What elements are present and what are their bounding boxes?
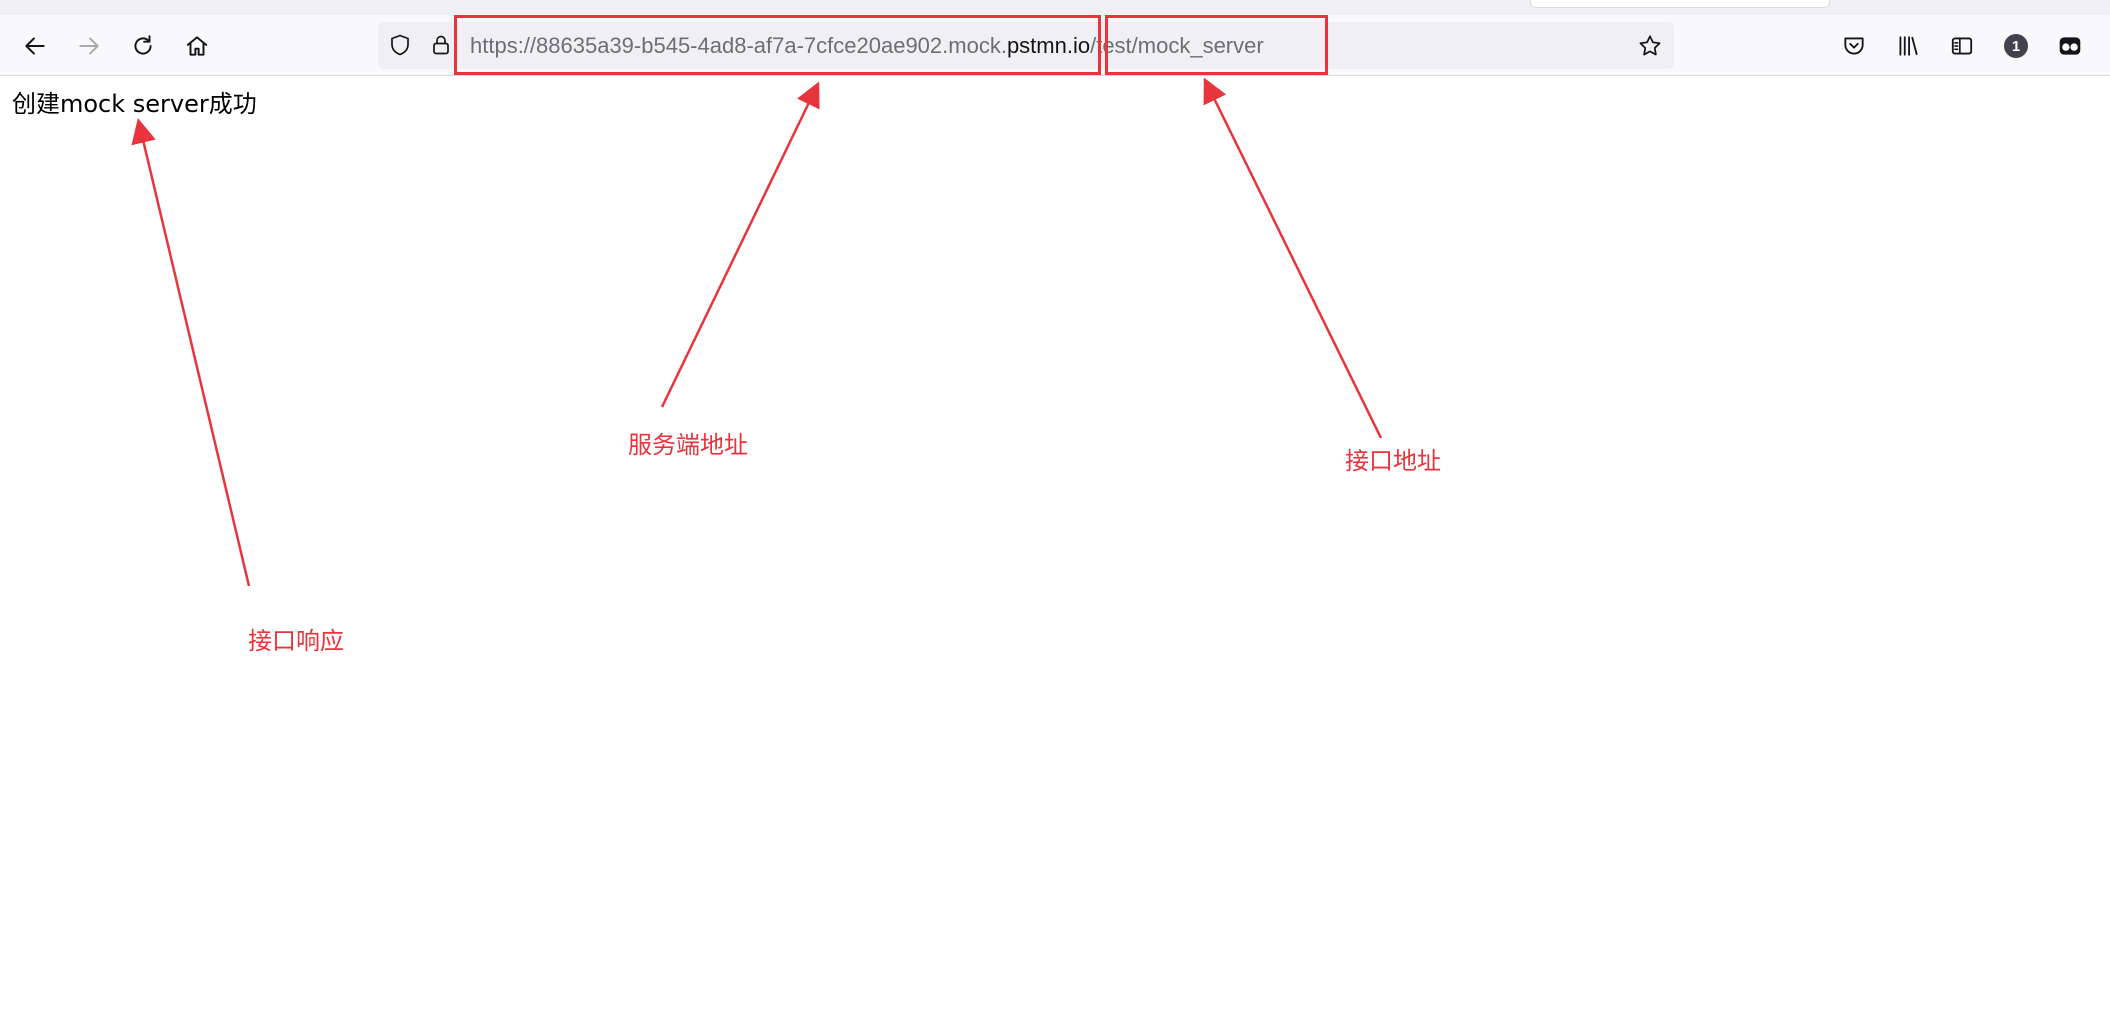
home-icon xyxy=(186,36,208,56)
library-button[interactable] xyxy=(1890,28,1926,64)
endpoint-address-label: 接口地址 xyxy=(1345,447,1441,475)
account-badge-icon: 1 xyxy=(2004,34,2028,58)
back-arrow-icon xyxy=(25,37,45,55)
tracking-protection-button[interactable] xyxy=(387,32,413,58)
endpoint-address-highlight xyxy=(1105,15,1328,75)
account-button[interactable]: 1 xyxy=(1998,28,2034,64)
pocket-icon xyxy=(1844,37,1864,55)
server-address-arrow xyxy=(660,81,820,408)
forward-button[interactable] xyxy=(71,28,107,64)
response-text: 创建mock server成功 xyxy=(12,90,257,118)
reload-icon xyxy=(134,35,152,55)
browser-window: https://88635a39-b545-4ad8-af7a-7cfce20a… xyxy=(0,0,2110,1034)
sidebar-icon xyxy=(1951,37,1973,55)
server-address-highlight xyxy=(454,15,1101,75)
bookmark-button[interactable] xyxy=(1636,32,1664,60)
lock-icon xyxy=(433,35,449,55)
pocket-button[interactable] xyxy=(1836,28,1872,64)
forward-arrow-icon xyxy=(79,37,99,55)
reload-button[interactable] xyxy=(125,28,161,64)
home-button[interactable] xyxy=(179,28,215,64)
server-address-label: 服务端地址 xyxy=(628,431,748,459)
connection-info-button[interactable] xyxy=(428,32,454,58)
tab-strip xyxy=(0,0,2110,15)
tab-edge[interactable] xyxy=(1530,0,1830,8)
annotation-arrows xyxy=(131,77,1383,587)
shield-icon xyxy=(391,34,409,56)
endpoint-response-arrow xyxy=(131,118,251,587)
star-icon xyxy=(1639,35,1661,56)
back-button[interactable] xyxy=(17,28,53,64)
library-icon xyxy=(1899,36,1918,56)
sidebar-button[interactable] xyxy=(1944,28,1980,64)
extension-button[interactable] xyxy=(2052,28,2088,64)
extension-icon xyxy=(2059,37,2081,55)
endpoint-address-arrow xyxy=(1203,77,1383,439)
endpoint-response-label: 接口响应 xyxy=(248,627,344,655)
